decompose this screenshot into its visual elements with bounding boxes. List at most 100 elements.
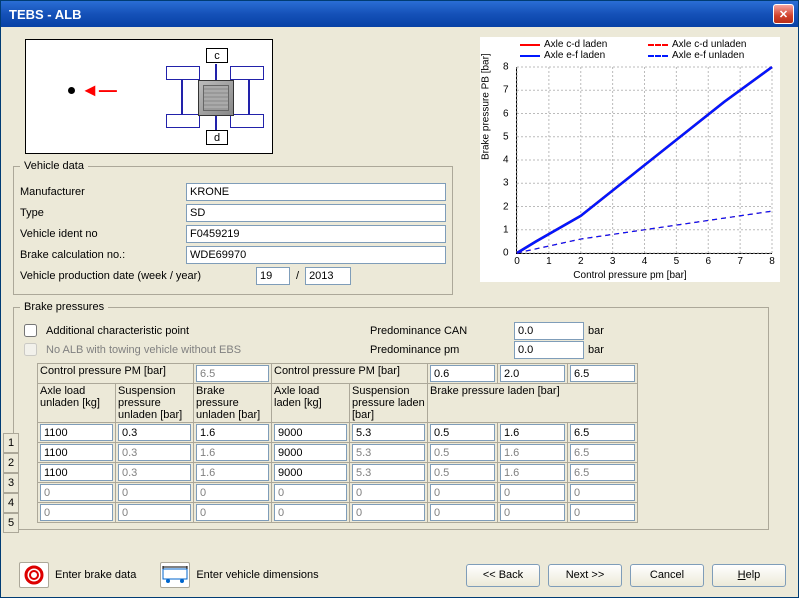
tebs-alb-window: TEBS - ALB ✕ ◄— c d bbox=[0, 0, 799, 598]
ident-input[interactable] bbox=[186, 225, 446, 243]
vehicle-data-legend: Vehicle data bbox=[20, 160, 88, 172]
th-axle-laden: Axle load laden [kg] bbox=[272, 384, 350, 423]
bp-cell-su[interactable] bbox=[118, 424, 191, 441]
bp-cell-al[interactable] bbox=[274, 444, 347, 461]
bp-cell-b2 bbox=[500, 444, 565, 461]
axle-box-icon bbox=[166, 66, 200, 80]
pred-can-input[interactable] bbox=[514, 322, 584, 340]
bp-cell-b2 bbox=[500, 504, 565, 521]
enter-dimensions-button[interactable]: Enter vehicle dimensions bbox=[154, 561, 324, 589]
bp-cell-bu bbox=[196, 484, 269, 501]
cp-right-input-0[interactable] bbox=[430, 365, 495, 382]
th-bp-laden: Brake pressure laden [bar] bbox=[428, 384, 638, 423]
next-button[interactable]: Next >> bbox=[548, 564, 622, 587]
dimensions-icon bbox=[160, 562, 190, 588]
row-number: 4 bbox=[3, 493, 19, 513]
no-alb-checkbox bbox=[24, 343, 37, 356]
bp-cell-al bbox=[274, 504, 347, 521]
manufacturer-input[interactable] bbox=[186, 183, 446, 201]
ident-label: Vehicle ident no bbox=[20, 228, 180, 240]
pred-can-unit: bar bbox=[588, 325, 604, 337]
bp-cell-al[interactable] bbox=[274, 424, 347, 441]
bp-cell-bu[interactable] bbox=[196, 424, 269, 441]
pred-pm-input[interactable] bbox=[514, 341, 584, 359]
bp-cell-b3 bbox=[570, 444, 635, 461]
vehicle-data-group: Vehicle data Manufacturer Type Vehicle i… bbox=[13, 160, 453, 295]
bp-cell-b2 bbox=[500, 484, 565, 501]
close-icon: ✕ bbox=[779, 8, 788, 21]
bp-cell-sl bbox=[352, 464, 425, 481]
additional-point-checkbox[interactable] bbox=[24, 324, 37, 337]
chart-x-axis-label: Control pressure pm [bar] bbox=[480, 270, 780, 281]
close-button[interactable]: ✕ bbox=[773, 4, 794, 24]
bp-cell-al bbox=[274, 484, 347, 501]
help-button[interactable]: Help bbox=[712, 564, 786, 587]
chart-legend: Axle c-d laden Axle c-d unladen Axle e-f… bbox=[520, 39, 776, 61]
bp-cell-bu bbox=[196, 444, 269, 461]
th-susp-laden: Suspension pressure laden [bar] bbox=[350, 384, 428, 423]
prod-date-label: Vehicle production date (week / year) bbox=[20, 270, 250, 282]
no-alb-label: No ALB with towing vehicle without EBS bbox=[46, 344, 241, 356]
direction-arrow-icon: ◄— bbox=[81, 80, 117, 101]
bp-cell-su bbox=[118, 464, 191, 481]
wire-icon bbox=[181, 80, 183, 114]
bp-cell-b1 bbox=[430, 484, 495, 501]
bp-cell-b2[interactable] bbox=[500, 424, 565, 441]
bp-cell-b1 bbox=[430, 444, 495, 461]
bottom-toolbar: Enter brake data Enter vehicle dimension… bbox=[13, 561, 786, 589]
axle-box-icon bbox=[230, 66, 264, 80]
th-axle-unladen: Axle load unladen [kg] bbox=[38, 384, 116, 423]
bp-cell-sl bbox=[352, 504, 425, 521]
bp-cell-sl bbox=[352, 484, 425, 501]
bp-cell-su bbox=[118, 444, 191, 461]
th-susp-unladen: Suspension pressure unladen [bar] bbox=[116, 384, 194, 423]
bp-cell-b3 bbox=[570, 504, 635, 521]
bp-cell-au[interactable] bbox=[40, 424, 113, 441]
bp-cell-b1 bbox=[430, 504, 495, 521]
legend-cd-laden: Axle c-d laden bbox=[544, 39, 607, 50]
table-row bbox=[38, 463, 638, 483]
row-number: 2 bbox=[3, 453, 19, 473]
chart-series-icon bbox=[517, 67, 772, 253]
legend-ef-unladen: Axle e-f unladen bbox=[672, 50, 744, 61]
bp-cell-b2 bbox=[500, 464, 565, 481]
prod-week-input[interactable] bbox=[256, 267, 290, 285]
cp-left-input bbox=[196, 365, 269, 382]
date-separator: / bbox=[296, 270, 299, 282]
brake-pressure-table: Control pressure PM [bar] Control pressu… bbox=[37, 363, 638, 523]
type-input[interactable] bbox=[186, 204, 446, 222]
bp-cell-al[interactable] bbox=[274, 464, 347, 481]
back-button[interactable]: << Back bbox=[466, 564, 540, 587]
enter-brake-data-label: Enter brake data bbox=[55, 569, 136, 581]
bp-cell-sl bbox=[352, 444, 425, 461]
cp-right-input-1[interactable] bbox=[500, 365, 565, 382]
chart-plot-area: 001122334455667788 bbox=[516, 67, 772, 254]
bp-cell-b1[interactable] bbox=[430, 424, 495, 441]
type-label: Type bbox=[20, 207, 180, 219]
brake-icon bbox=[19, 562, 49, 588]
bp-cell-b3 bbox=[570, 484, 635, 501]
calc-input[interactable] bbox=[186, 246, 446, 264]
table-row bbox=[38, 423, 638, 443]
bp-cell-su bbox=[118, 484, 191, 501]
bp-cell-bu bbox=[196, 464, 269, 481]
th-bp-unladen: Brake pressure unladen [bar] bbox=[194, 384, 272, 423]
pred-pm-label: Predominance pm bbox=[370, 344, 510, 356]
bp-cell-au bbox=[40, 484, 113, 501]
axle-box-icon bbox=[230, 114, 264, 128]
bp-cell-au[interactable] bbox=[40, 444, 113, 461]
bp-cell-b3[interactable] bbox=[570, 424, 635, 441]
cp-right-input-2[interactable] bbox=[570, 365, 635, 382]
cp-right-label: Control pressure PM [bar] bbox=[272, 364, 428, 384]
prod-year-input[interactable] bbox=[305, 267, 351, 285]
calc-label: Brake calculation no.: bbox=[20, 249, 180, 261]
bp-cell-sl[interactable] bbox=[352, 424, 425, 441]
bp-cell-au[interactable] bbox=[40, 464, 113, 481]
pred-can-label: Predominance CAN bbox=[370, 325, 510, 337]
wire-icon bbox=[215, 64, 217, 80]
cancel-button[interactable]: Cancel bbox=[630, 564, 704, 587]
window-title: TEBS - ALB bbox=[9, 7, 81, 22]
table-row bbox=[38, 503, 638, 523]
enter-brake-data-button[interactable]: Enter brake data bbox=[13, 561, 142, 589]
manufacturer-label: Manufacturer bbox=[20, 186, 180, 198]
